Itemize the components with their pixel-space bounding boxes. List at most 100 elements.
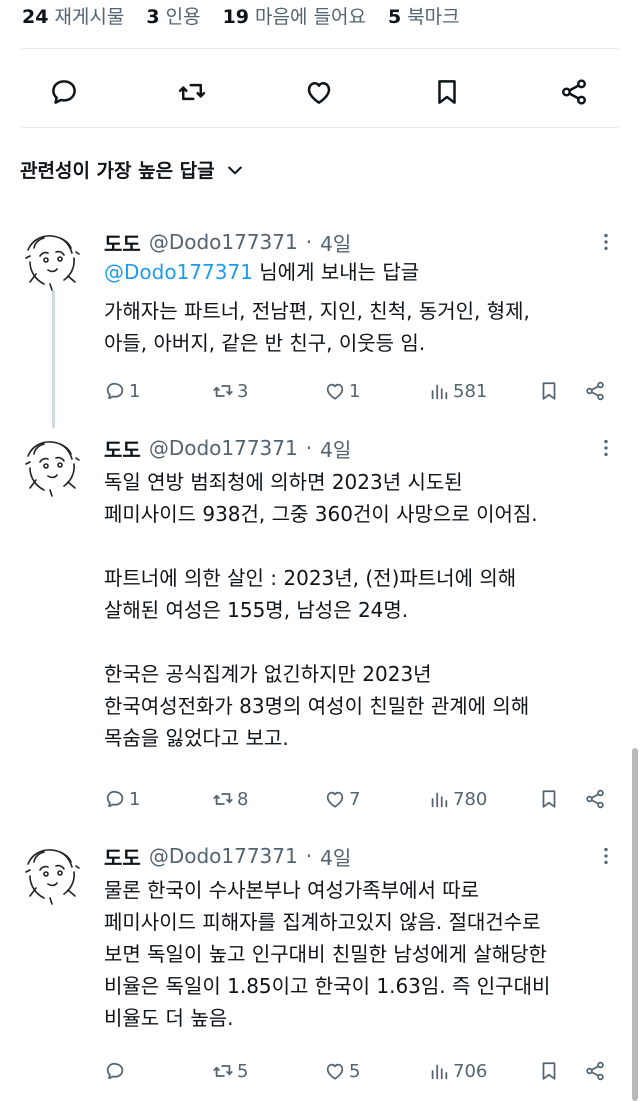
like-button[interactable] — [299, 72, 339, 112]
like-count: 7 — [349, 788, 361, 810]
reply-icon — [52, 80, 76, 104]
reply-text: 물론 한국이 수사본부나 여성가족부에서 따로 페미사이드 피해자를 집계하고있… — [104, 878, 551, 1030]
view-count: 780 — [453, 788, 488, 810]
bookmark-icon — [438, 80, 456, 104]
repost-button[interactable] — [172, 72, 212, 112]
replying-to: @Dodo177371 님에게 보내는 답글 — [104, 260, 420, 284]
views-button[interactable]: 581 — [428, 374, 487, 408]
reply-text: 독일 연방 범죄청에 의하면 2023년 시도된 페미사이드 938건, 그중 … — [104, 470, 538, 750]
views-chart-icon — [431, 1064, 448, 1080]
timestamp[interactable]: 4일 — [320, 434, 351, 463]
divider — [22, 127, 618, 128]
timestamp[interactable]: 4일 — [320, 228, 351, 257]
reply-count: 1 — [129, 788, 141, 810]
repost-count: 5 — [237, 1060, 249, 1082]
more-vertical-icon — [604, 233, 608, 251]
reply-item[interactable]: 도도 @Dodo177371 · 4일 독일 연방 범죄청에 의하면 2023년… — [0, 434, 640, 824]
avatar[interactable] — [20, 842, 84, 906]
reply-icon — [106, 1062, 124, 1080]
share-icon — [586, 789, 604, 809]
more-options-button[interactable] — [594, 230, 618, 254]
repost-button[interactable]: 8 — [212, 782, 248, 816]
reply-action-bar: 1 8 7 780 — [104, 782, 614, 816]
reply-action-bar: 1 3 1 581 — [104, 374, 614, 408]
chevron-down-icon — [227, 166, 242, 174]
views-button[interactable]: 706 — [428, 1054, 487, 1088]
reply-icon — [106, 382, 124, 400]
reply-button[interactable] — [44, 72, 84, 112]
share-button[interactable] — [584, 782, 606, 816]
bookmark-icon — [542, 1062, 556, 1080]
reply-button[interactable]: 1 — [104, 374, 140, 408]
stat-bookmarks[interactable]: 5 북마크 — [388, 2, 460, 29]
repost-icon — [213, 385, 233, 397]
stat-likes[interactable]: 19 마음에 들어요 — [223, 2, 366, 29]
more-vertical-icon — [604, 439, 608, 457]
bookmark-button[interactable] — [538, 1054, 560, 1088]
like-count: 5 — [349, 1060, 361, 1082]
views-button[interactable]: 780 — [428, 782, 487, 816]
bookmark-button[interactable] — [538, 782, 560, 816]
replying-to-mention[interactable]: @Dodo177371 — [104, 260, 253, 284]
timestamp[interactable]: 4일 — [320, 842, 351, 871]
share-button[interactable] — [584, 374, 606, 408]
reply-button[interactable] — [104, 1054, 129, 1088]
bookmark-button[interactable] — [427, 72, 467, 112]
reply-header: 도도 @Dodo177371 · 4일 — [104, 228, 351, 256]
like-button[interactable]: 7 — [324, 782, 360, 816]
like-icon — [307, 82, 331, 104]
post-action-bar — [0, 62, 640, 122]
reply-icon — [106, 790, 124, 808]
repost-button[interactable]: 5 — [212, 1054, 248, 1088]
engagement-stats: 24 재게시물 3 인용 19 마음에 들어요 5 북마크 — [22, 0, 618, 30]
repost-count: 8 — [237, 788, 249, 810]
author-handle[interactable]: @Dodo177371 — [149, 436, 298, 460]
repost-icon — [213, 1065, 233, 1077]
reply-count: 1 — [129, 380, 141, 402]
like-button[interactable]: 1 — [324, 374, 360, 408]
reply-sort-label: 관련성이 가장 높은 답글 — [20, 160, 215, 182]
more-options-button[interactable] — [594, 844, 618, 868]
author-handle[interactable]: @Dodo177371 — [149, 844, 298, 868]
like-button[interactable]: 5 — [324, 1054, 360, 1088]
views-chart-icon — [431, 792, 448, 808]
like-icon — [326, 1063, 344, 1080]
avatar[interactable] — [20, 434, 84, 498]
reply-header: 도도 @Dodo177371 · 4일 — [104, 842, 351, 870]
share-icon — [562, 79, 586, 105]
avatar[interactable] — [20, 228, 84, 292]
view-count: 706 — [453, 1060, 488, 1082]
reply-action-bar: 5 5 706 — [104, 1054, 614, 1088]
reply-header: 도도 @Dodo177371 · 4일 — [104, 434, 351, 462]
views-chart-icon — [431, 384, 448, 400]
share-icon — [586, 381, 604, 401]
reply-sort-dropdown[interactable]: 관련성이 가장 높은 답글 — [20, 156, 245, 183]
more-vertical-icon — [604, 847, 608, 865]
share-button[interactable] — [584, 1054, 606, 1088]
like-icon — [326, 383, 344, 400]
bookmark-icon — [542, 790, 556, 808]
share-icon — [586, 1061, 604, 1081]
author-name[interactable]: 도도 — [104, 842, 141, 871]
repost-icon — [178, 83, 206, 101]
more-options-button[interactable] — [594, 436, 618, 460]
reply-text: 가해자는 파트너, 전남편, 지인, 친척, 동거인, 형제, 아들, 아버지,… — [104, 299, 530, 355]
reply-item[interactable]: 도도 @Dodo177371 · 4일 물론 한국이 수사본부나 여성가족부에서… — [0, 842, 640, 1092]
share-button[interactable] — [554, 72, 594, 112]
author-name[interactable]: 도도 — [104, 434, 141, 463]
bookmark-button[interactable] — [538, 374, 560, 408]
scrollbar-thumb[interactable] — [632, 748, 638, 1101]
view-count: 581 — [453, 380, 488, 402]
reply-item[interactable]: 도도 @Dodo177371 · 4일 @Dodo177371 님에게 보내는 … — [0, 228, 640, 418]
stat-reposts[interactable]: 24 재게시물 — [22, 2, 124, 29]
bookmark-icon — [542, 382, 556, 400]
repost-button[interactable]: 3 — [212, 374, 248, 408]
divider — [22, 48, 618, 49]
like-icon — [326, 791, 344, 808]
stat-quotes[interactable]: 3 인용 — [146, 2, 200, 29]
author-handle[interactable]: @Dodo177371 — [149, 230, 298, 254]
author-name[interactable]: 도도 — [104, 228, 141, 257]
like-count: 1 — [349, 380, 361, 402]
reply-button[interactable]: 1 — [104, 782, 140, 816]
repost-count: 3 — [237, 380, 249, 402]
